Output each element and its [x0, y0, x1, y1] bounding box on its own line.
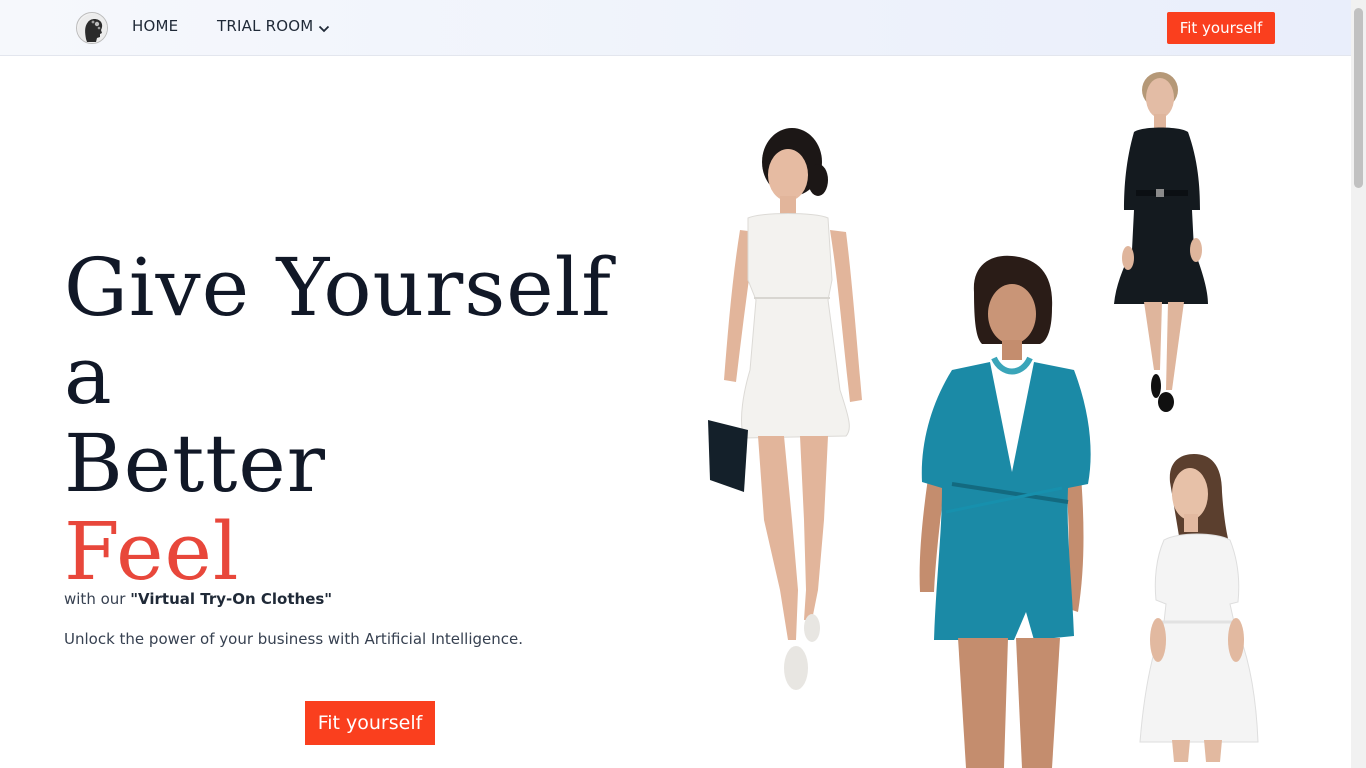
scrollbar-thumb[interactable]	[1354, 8, 1363, 188]
hero-subtitle-prefix: with our	[64, 590, 131, 608]
hero-subtitle-product: "Virtual Try-On Clothes"	[130, 590, 333, 608]
hero-fit-yourself-button[interactable]: Fit yourself	[305, 701, 435, 745]
nav-trial-room-dropdown[interactable]: TRIAL ROOM	[217, 17, 313, 35]
nav-home-link[interactable]: HOME	[132, 17, 178, 35]
top-navbar: HOME TRIAL ROOM Fit yourself	[0, 0, 1351, 56]
model-black-dress	[1114, 72, 1208, 412]
page-scrollbar[interactable]	[1351, 0, 1366, 768]
face-silhouette-logo-icon[interactable]	[76, 12, 108, 44]
model-teal-wrap-dress	[919, 255, 1091, 768]
headline-accent-word: Feel	[64, 505, 240, 598]
hero-tagline: Unlock the power of your business with A…	[64, 630, 524, 648]
headline-line-2: Better	[64, 417, 327, 510]
logo-graphic	[78, 14, 107, 43]
model-white-sleeveless-dress	[708, 128, 862, 690]
hero-headline: Give Yourself a Better Feel	[64, 244, 684, 596]
landing-page: HOME TRIAL ROOM Fit yourself Give Yourse…	[0, 0, 1366, 768]
chevron-down-icon[interactable]	[318, 19, 330, 33]
nav-fit-yourself-button[interactable]: Fit yourself	[1167, 12, 1275, 44]
model-white-smock-dress	[1139, 454, 1259, 762]
hero-subtitle: with our "Virtual Try-On Clothes"	[64, 590, 332, 608]
headline-line-1: Give Yourself a	[64, 241, 612, 422]
